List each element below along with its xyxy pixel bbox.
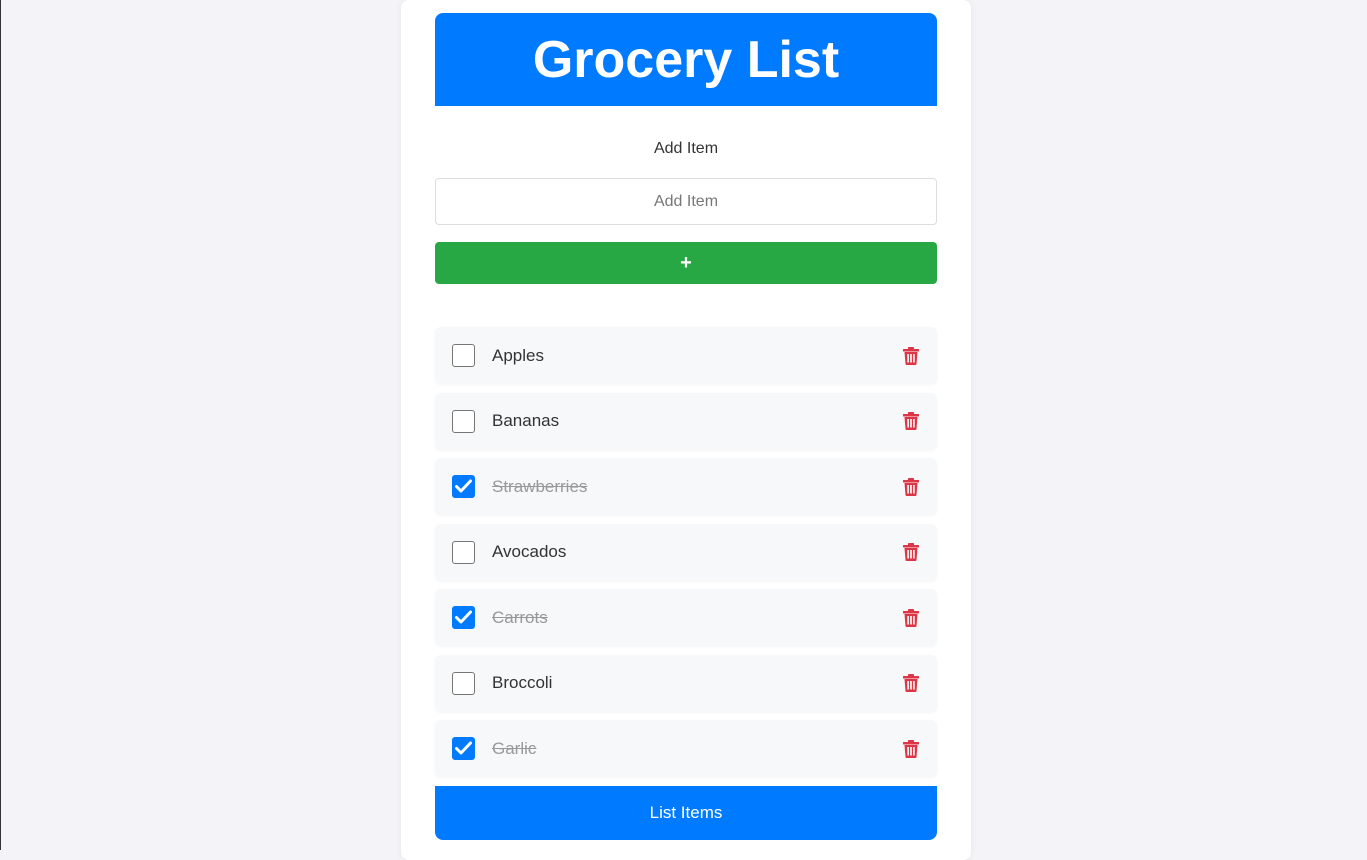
grocery-card: Grocery List Add Item + Apples Bananas Str… — [401, 0, 971, 860]
item-label: Broccoli — [492, 673, 553, 692]
list-item: Apples — [435, 327, 937, 384]
item-label: Avocados — [492, 542, 567, 561]
item-checkbox[interactable] — [452, 344, 475, 367]
check-icon — [455, 610, 472, 624]
item-checkbox[interactable] — [452, 737, 475, 760]
trash-icon[interactable] — [903, 477, 919, 496]
list-item: Carrots — [435, 589, 937, 646]
item-checkbox[interactable] — [452, 671, 475, 695]
trash-icon[interactable] — [903, 739, 919, 758]
trash-icon[interactable] — [903, 674, 919, 692]
page-title: Grocery List — [532, 30, 840, 89]
item-label: Strawberries — [492, 476, 588, 496]
item-checkbox[interactable] — [452, 409, 475, 433]
header-banner: Grocery List — [435, 13, 937, 106]
item-checkbox[interactable] — [452, 540, 475, 564]
add-item-input[interactable] — [435, 178, 937, 225]
list-item: Bananas — [435, 392, 937, 450]
list-items-button[interactable]: List Items — [435, 786, 937, 840]
list-item: Broccoli — [435, 654, 937, 712]
grocery-items-list: Apples Bananas Strawberries Avocados Carrots… — [435, 327, 937, 786]
add-item-button[interactable]: + — [435, 242, 937, 284]
list-item: Avocados — [435, 523, 937, 581]
trash-icon[interactable] — [903, 412, 919, 430]
item-label: Apples — [492, 345, 544, 365]
item-label: Garlic — [492, 738, 537, 758]
check-icon — [455, 479, 472, 493]
list-item: Garlic — [435, 720, 937, 777]
item-checkbox[interactable] — [452, 475, 475, 498]
trash-icon[interactable] — [903, 543, 919, 561]
trash-icon[interactable] — [903, 608, 919, 627]
item-checkbox[interactable] — [452, 606, 475, 629]
list-item: Strawberries — [435, 458, 937, 515]
item-label: Bananas — [492, 411, 560, 430]
add-item-label: Add Item — [653, 140, 719, 157]
trash-icon[interactable] — [903, 346, 919, 365]
check-icon — [455, 741, 472, 755]
item-label: Carrots — [492, 607, 548, 627]
